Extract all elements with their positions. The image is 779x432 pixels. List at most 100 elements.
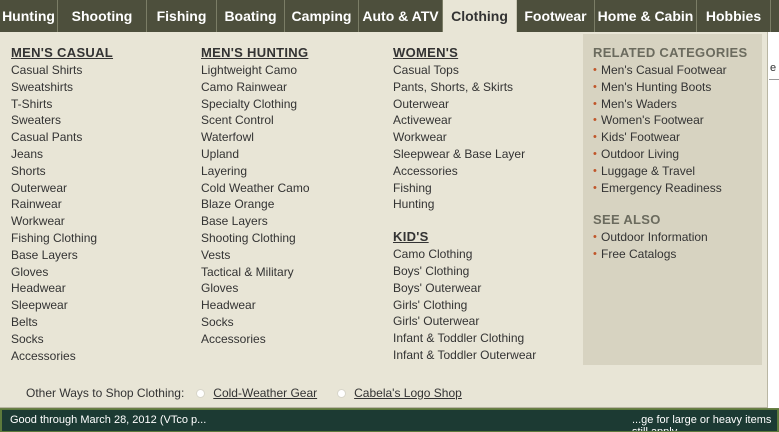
bullet-circle-icon: [196, 388, 206, 398]
link-mens-hunting-layering[interactable]: Layering: [201, 163, 310, 180]
nav-tab-hunting[interactable]: Hunting: [0, 0, 58, 32]
link-womens-pants-shorts-and-skirts[interactable]: Pants, Shorts, & Skirts: [393, 79, 536, 96]
link-mens-casual-workwear[interactable]: Workwear: [11, 213, 113, 230]
link-mens-casual-accessories[interactable]: Accessories: [11, 348, 113, 365]
nav-tab-clothing[interactable]: Clothing: [443, 0, 517, 32]
link-logo-shop[interactable]: Cabela's Logo Shop: [354, 386, 462, 400]
background-page-sliver: e: [769, 32, 779, 408]
link-mens-casual-sleepwear[interactable]: Sleepwear: [11, 297, 113, 314]
link-related-men-s-hunting-boots[interactable]: • Men's Hunting Boots: [593, 79, 762, 96]
link-mens-casual-rainwear[interactable]: Rainwear: [11, 196, 113, 213]
link-see-also-free-catalogs[interactable]: • Free Catalogs: [593, 246, 762, 263]
heading-kids[interactable]: KID'S: [393, 228, 536, 245]
nav-tab-home-and-cabin[interactable]: Home & Cabin: [595, 0, 697, 32]
link-kids-infant-and-toddler-clothing[interactable]: Infant & Toddler Clothing: [393, 330, 536, 347]
link-kids-girls-outerwear[interactable]: Girls' Outerwear: [393, 313, 536, 330]
link-label: Men's Casual Footwear: [601, 63, 727, 77]
link-mens-casual-outerwear[interactable]: Outerwear: [11, 180, 113, 197]
link-mens-hunting-shooting-clothing[interactable]: Shooting Clothing: [201, 230, 310, 247]
promo-text-left: Good through March 28, 2012 (VTco p...: [10, 414, 207, 426]
link-mens-hunting-tactical-and-military[interactable]: Tactical & Military: [201, 264, 310, 281]
link-womens-fishing[interactable]: Fishing: [393, 180, 536, 197]
link-mens-casual-headwear[interactable]: Headwear: [11, 280, 113, 297]
bullet-icon: •: [593, 147, 597, 160]
clothing-dropdown-panel: MEN'S CASUAL Casual Shirts Sweatshirts T-S…: [0, 32, 768, 408]
link-mens-hunting-blaze-orange[interactable]: Blaze Orange: [201, 196, 310, 213]
link-mens-casual-casual-shirts[interactable]: Casual Shirts: [11, 62, 113, 79]
link-mens-hunting-accessories[interactable]: Accessories: [201, 331, 310, 348]
nav-tab-footwear[interactable]: Footwear: [517, 0, 595, 32]
link-mens-casual-shorts[interactable]: Shorts: [11, 163, 113, 180]
link-kids-boys-clothing[interactable]: Boys' Clothing: [393, 263, 536, 280]
link-label: Luggage & Travel: [601, 163, 696, 178]
link-related-emergency-readiness[interactable]: • Emergency Readiness: [593, 180, 762, 197]
link-mens-hunting-headwear[interactable]: Headwear: [201, 297, 310, 314]
link-cold-weather-gear[interactable]: Cold-Weather Gear: [213, 386, 317, 400]
related-categories-box: RELATED CATEGORIES • Men's Casual Footwea…: [583, 34, 762, 365]
bullet-icon: •: [593, 164, 597, 177]
link-womens-accessories[interactable]: Accessories: [393, 163, 536, 180]
link-mens-hunting-socks[interactable]: Socks: [201, 314, 310, 331]
link-mens-casual-sweaters[interactable]: Sweaters: [11, 112, 113, 129]
heading-mens-hunting[interactable]: MEN'S HUNTING: [201, 44, 310, 61]
link-mens-hunting-upland[interactable]: Upland: [201, 146, 310, 163]
bullet-icon: •: [593, 181, 597, 194]
link-mens-hunting-lightweight-camo[interactable]: Lightweight Camo: [201, 62, 310, 79]
link-label: Men's Hunting Boots: [601, 79, 712, 94]
promo-text-right: ...ge for large or heavy items still app…: [632, 414, 772, 432]
link-womens-workwear[interactable]: Workwear: [393, 129, 536, 146]
heading-mens-casual[interactable]: MEN'S CASUAL: [11, 44, 113, 61]
link-mens-hunting-scent-control[interactable]: Scent Control: [201, 112, 310, 129]
link-related-kids-footwear[interactable]: • Kids' Footwear: [593, 129, 762, 146]
heading-womens[interactable]: WOMEN'S: [393, 44, 536, 61]
link-mens-hunting-base-layers[interactable]: Base Layers: [201, 213, 310, 230]
link-mens-casual-t-shirts[interactable]: T-Shirts: [11, 96, 113, 113]
link-kids-infant-and-toddler-outerwear[interactable]: Infant & Toddler Outerwear: [393, 347, 536, 364]
nav-tab-fishing[interactable]: Fishing: [147, 0, 217, 32]
link-see-also-outdoor-information[interactable]: • Outdoor Information: [593, 229, 762, 246]
link-mens-casual-gloves[interactable]: Gloves: [11, 264, 113, 281]
link-related-men-s-casual-footwear[interactable]: • Men's Casual Footwear: [593, 62, 762, 79]
link-womens-hunting[interactable]: Hunting: [393, 196, 536, 213]
other-ways-label: Other Ways to Shop Clothing:: [26, 386, 185, 400]
link-mens-casual-socks[interactable]: Socks: [11, 331, 113, 348]
link-kids-camo-clothing[interactable]: Camo Clothing: [393, 246, 536, 263]
column-mens-hunting: MEN'S HUNTING Lightweight Camo Camo Rainw…: [201, 44, 310, 348]
link-kids-boys-outerwear[interactable]: Boys' Outerwear: [393, 280, 536, 297]
link-mens-casual-base-layers[interactable]: Base Layers: [11, 247, 113, 264]
link-label: Outdoor Information: [601, 230, 708, 245]
link-mens-casual-belts[interactable]: Belts: [11, 314, 113, 331]
bullet-icon: •: [593, 64, 597, 76]
nav-tab-shooting[interactable]: Shooting: [58, 0, 147, 32]
link-label: Free Catalogs: [601, 247, 677, 262]
link-mens-casual-jeans[interactable]: Jeans: [11, 146, 113, 163]
nav-tab-auto-and-atv[interactable]: Auto & ATV: [359, 0, 443, 32]
link-related-women-s-footwear[interactable]: • Women's Footwear: [593, 112, 762, 129]
background-divider: [769, 79, 779, 80]
heading-related-categories: RELATED CATEGORIES: [593, 45, 748, 60]
link-mens-hunting-vests[interactable]: Vests: [201, 247, 310, 264]
link-womens-outerwear[interactable]: Outerwear: [393, 96, 536, 113]
link-related-outdoor-living[interactable]: • Outdoor Living: [593, 146, 762, 163]
link-womens-casual-tops[interactable]: Casual Tops: [393, 62, 536, 79]
link-mens-hunting-gloves[interactable]: Gloves: [201, 280, 310, 297]
nav-tab-hobbies[interactable]: Hobbies: [697, 0, 771, 32]
column-womens-kids: WOMEN'S Casual Tops Pants, Shorts, & Skir…: [393, 44, 536, 364]
link-kids-girls-clothing[interactable]: Girls' Clothing: [393, 297, 536, 314]
link-related-men-s-waders[interactable]: • Men's Waders: [593, 96, 762, 113]
bullet-icon: •: [593, 131, 597, 144]
nav-tab-camping[interactable]: Camping: [285, 0, 359, 32]
link-womens-activewear[interactable]: Activewear: [393, 112, 536, 129]
link-mens-casual-casual-pants[interactable]: Casual Pants: [11, 129, 113, 146]
promo-banner[interactable]: Good through March 28, 2012 (VTco p... .…: [0, 408, 779, 432]
link-womens-sleepwear-and-base-layer[interactable]: Sleepwear & Base Layer: [393, 146, 536, 163]
bullet-icon: •: [593, 248, 597, 261]
link-mens-hunting-cold-weather-camo[interactable]: Cold Weather Camo: [201, 180, 310, 197]
link-mens-hunting-camo-rainwear[interactable]: Camo Rainwear: [201, 79, 310, 96]
nav-tab-boating[interactable]: Boating: [217, 0, 285, 32]
link-mens-hunting-specialty-clothing[interactable]: Specialty Clothing: [201, 96, 310, 113]
link-mens-casual-fishing-clothing[interactable]: Fishing Clothing: [11, 230, 113, 247]
link-mens-casual-sweatshirts[interactable]: Sweatshirts: [11, 79, 113, 96]
link-mens-hunting-waterfowl[interactable]: Waterfowl: [201, 129, 310, 146]
link-related-luggage-and-travel[interactable]: • Luggage & Travel: [593, 163, 762, 180]
